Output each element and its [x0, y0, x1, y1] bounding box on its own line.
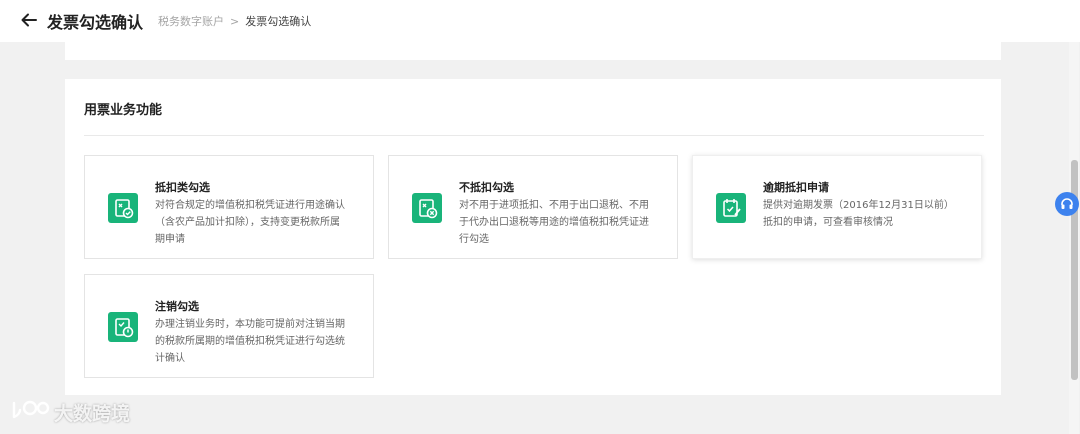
divider [84, 135, 984, 136]
watermark-text: 大数跨境 [54, 403, 131, 425]
breadcrumb-item-tax-account[interactable]: 税务数字账户 [158, 13, 224, 29]
business-functions-card: 用票业务功能 抵扣类勾选 对符合规定的增值税扣税凭证进行用途确认 （含农产品加计… [65, 79, 1001, 395]
tile-description: 提供对逾期发票（2016年12月31日以前） 抵扣的申请，可查看审核情况 [763, 200, 954, 228]
breadcrumb-item-current: 发票勾选确认 [245, 15, 312, 28]
page-title: 发票勾选确认 [47, 13, 144, 32]
overdue-deduction-icon [716, 193, 746, 223]
tile-title: 逾期抵扣申请 [763, 181, 829, 194]
tile-cancellation-select[interactable]: 注销勾选 办理注销业务时，本功能可提前对注销当期 的税款所属期的增值税扣税凭证进… [84, 274, 374, 378]
tile-title: 不抵扣勾选 [459, 181, 514, 194]
tile-title: 注销勾选 [155, 300, 199, 313]
tile-deduction-select[interactable]: 抵扣类勾选 对符合规定的增值税扣税凭证进行用途确认 （含农产品加计扣除），支持变… [84, 155, 374, 259]
breadcrumb-separator: > [230, 14, 240, 28]
tile-non-deduction-select[interactable]: 不抵扣勾选 对不用于进项抵扣、不用于出口退税、不用 于代办出口退税等用途的增值税… [388, 155, 678, 259]
headset-icon[interactable] [1055, 192, 1079, 216]
deduction-select-icon [108, 193, 138, 223]
cancellation-select-icon [108, 312, 138, 342]
tile-overdue-deduction[interactable]: 逾期抵扣申请 提供对逾期发票（2016年12月31日以前） 抵扣的申请，可查看审… [692, 155, 982, 259]
watermark: 大数跨境 [10, 398, 130, 427]
breadcrumb: 税务数字账户 > 发票勾选确认 [158, 13, 311, 29]
tile-description: 对不用于进项抵扣、不用于出口退税、不用 于代办出口退税等用途的增值税扣税凭证进 … [459, 200, 649, 245]
upper-card [65, 42, 1001, 60]
watermark-logo-icon [10, 398, 50, 427]
top-bar: 发票勾选确认 税务数字账户 > 发票勾选确认 [0, 0, 1080, 42]
tile-description: 对符合规定的增值税扣税凭证进行用途确认 （含农产品加计扣除），支持变更税款所属 … [155, 200, 345, 245]
back-arrow-icon[interactable] [19, 10, 39, 30]
tile-title: 抵扣类勾选 [155, 181, 210, 194]
tile-description: 办理注销业务时，本功能可提前对注销当期 的税款所属期的增值税扣税凭证进行勾选统 … [155, 319, 345, 364]
non-deduction-select-icon [412, 193, 442, 223]
section-title: 用票业务功能 [84, 103, 163, 118]
